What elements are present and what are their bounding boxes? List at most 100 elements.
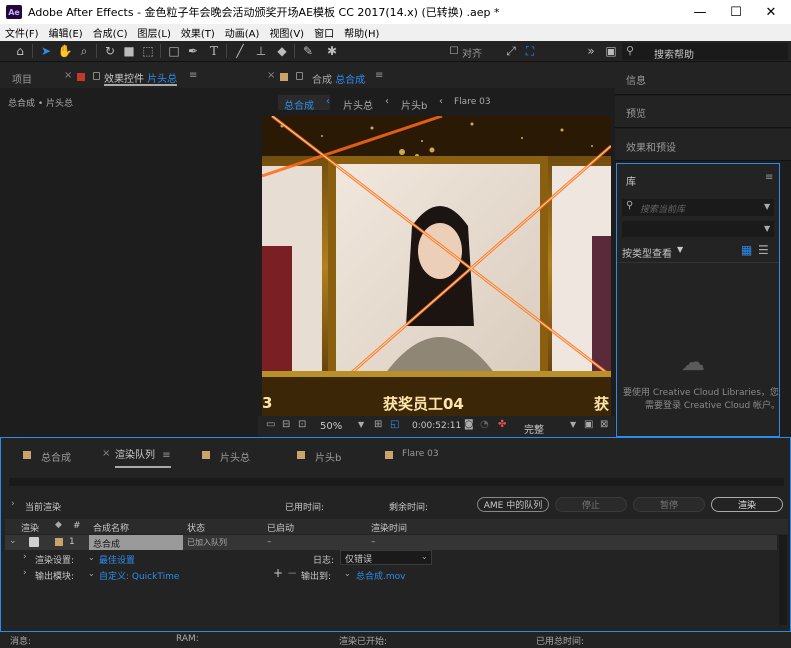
chevron-down-icon[interactable]: ⌄ <box>9 536 17 546</box>
show-snapshot-icon[interactable]: ◔ <box>480 419 489 430</box>
timecode[interactable]: 0:00:52:11 <box>412 421 461 431</box>
lock-icon[interactable] <box>93 72 100 80</box>
close-tab-icon[interactable]: × <box>102 448 110 459</box>
workspace-icon[interactable]: ▣ <box>603 43 619 59</box>
hand-tool-icon[interactable]: ✋ <box>57 43 73 59</box>
rotate-tool-icon[interactable]: ↻ <box>102 43 118 59</box>
pan-behind-tool-icon[interactable]: ⬚ <box>140 43 156 59</box>
help-search-box[interactable]: ⚲ 搜索帮助 <box>622 43 788 61</box>
zoom-value[interactable]: 50% <box>320 421 342 432</box>
menu-window[interactable]: 窗口 <box>309 25 339 40</box>
puppet-tool-icon[interactable]: ✱ <box>324 43 340 59</box>
eraser-tool-icon[interactable]: ◆ <box>274 43 290 59</box>
chevron-down-icon[interactable]: ⌄ <box>88 553 95 562</box>
expand-toolbar-icon[interactable]: » <box>583 43 599 59</box>
menu-view[interactable]: 视图(V) <box>264 25 309 40</box>
camera-tool-icon[interactable]: ■ <box>121 43 137 59</box>
channel-icon[interactable]: ✤ <box>498 419 506 430</box>
col-render-time[interactable]: 渲染时间 <box>371 521 407 534</box>
menu-animation[interactable]: 动画(A) <box>220 25 265 40</box>
tab-effect-controls[interactable]: 效果控件 片头总 <box>104 66 178 86</box>
pause-button[interactable]: 暂停 <box>633 497 705 512</box>
chevron-down-icon[interactable]: ▼ <box>358 420 364 429</box>
queue-scrollbar[interactable] <box>779 535 787 625</box>
panel-info[interactable]: 信息 <box>626 72 646 87</box>
library-dropdown[interactable]: ▼ <box>622 221 774 237</box>
composition-viewer[interactable]: 3 获奖员工04 获 <box>262 116 611 416</box>
panel-menu-icon[interactable]: ≡ <box>189 70 197 81</box>
text-tool-icon[interactable]: T <box>206 43 222 59</box>
panel-menu-icon[interactable]: ≡ <box>765 172 773 183</box>
crumb-flare[interactable]: Flare 03 <box>454 97 491 107</box>
tab-project[interactable]: 项目 <box>12 71 32 86</box>
menu-help[interactable]: 帮助(H) <box>339 25 384 40</box>
menu-composition[interactable]: 合成(C) <box>88 25 133 40</box>
panel-preview[interactable]: 预览 <box>626 105 646 120</box>
stop-button[interactable]: 停止 <box>555 497 627 512</box>
chevron-down-icon[interactable]: ⌄ <box>88 569 95 578</box>
chevron-right-icon[interactable]: › <box>11 499 15 509</box>
log-select[interactable]: 仅错误 ⌄ <box>340 550 432 565</box>
render-checkbox[interactable] <box>29 537 39 547</box>
remove-output-icon[interactable]: − <box>287 566 297 580</box>
snapshot-icon[interactable]: ◙ <box>464 419 474 430</box>
panel-menu-icon[interactable]: ≡ <box>162 450 170 461</box>
selection-tool-icon[interactable]: ➤ <box>38 43 54 59</box>
clone-stamp-tool-icon[interactable]: ⊥ <box>253 43 269 59</box>
chevron-down-icon[interactable]: ▼ <box>677 245 683 254</box>
output-to-value[interactable]: 总合成.mov <box>356 569 405 582</box>
library-search-input[interactable]: ⚲ 搜索当前库 ▼ <box>622 199 774 216</box>
render-settings-value[interactable]: 最佳设置 <box>99 553 135 566</box>
grid-view-icon[interactable]: ▦ <box>741 243 752 257</box>
close-button[interactable]: ✕ <box>753 0 789 24</box>
crumb-comp-header[interactable]: 片头总 <box>343 97 373 112</box>
chevron-right-icon[interactable]: › <box>23 552 27 562</box>
col-render[interactable]: 渲染 <box>21 521 39 534</box>
pen-tool-icon[interactable]: ✒ <box>185 43 201 59</box>
resolution-value[interactable]: 完整 <box>524 421 544 436</box>
menu-layer[interactable]: 图层(L) <box>132 25 175 40</box>
monitor-icon[interactable]: ⊟ <box>282 419 290 430</box>
tab-comp-header[interactable]: 片头总 <box>220 449 250 464</box>
tab-render-queue[interactable]: 渲染队列 ≡ <box>115 446 171 468</box>
brush-tool-icon[interactable]: ╱ <box>232 43 248 59</box>
always-preview-icon[interactable]: ▭ <box>266 419 275 430</box>
col-comp-name[interactable]: 合成名称 <box>93 521 129 534</box>
item-comp-name[interactable]: 总合成 <box>93 537 120 550</box>
snap-option-icon[interactable]: ⤢ <box>503 43 519 59</box>
close-tab-icon[interactable]: × <box>64 70 72 81</box>
view-by-type[interactable]: 按类型查看 <box>622 245 672 260</box>
snap-checkbox[interactable]: ☐ <box>446 43 462 59</box>
queue-in-ame-button[interactable]: AME 中的队列 <box>477 497 549 512</box>
rectangle-tool-icon[interactable]: □ <box>166 43 182 59</box>
list-view-icon[interactable]: ☰ <box>758 243 769 257</box>
fast-preview-icon[interactable]: ⊠ <box>600 419 608 430</box>
render-button[interactable]: 渲染 <box>711 497 783 512</box>
menu-edit[interactable]: 编辑(E) <box>44 25 88 40</box>
home-icon[interactable]: ⌂ <box>12 43 28 59</box>
tab-comp-b[interactable]: 片头b <box>315 449 341 464</box>
minimize-button[interactable]: — <box>682 0 718 24</box>
tab-comp-main[interactable]: 总合成 <box>41 449 71 464</box>
maximize-button[interactable]: ☐ <box>718 0 754 24</box>
tab-composition[interactable]: 合成 总合成 <box>312 71 365 86</box>
region-icon[interactable]: ⊞ <box>374 419 382 430</box>
col-status[interactable]: 状态 <box>187 521 205 534</box>
add-output-icon[interactable]: + <box>273 566 283 580</box>
panel-menu-icon[interactable]: ≡ <box>375 70 383 81</box>
col-started[interactable]: 已启动 <box>267 521 294 534</box>
col-number[interactable]: # <box>73 521 81 531</box>
output-module-value[interactable]: 自定义: QuickTime <box>99 569 179 582</box>
close-tab-icon[interactable]: × <box>267 70 275 81</box>
tab-flare[interactable]: Flare 03 <box>402 449 439 459</box>
chevron-down-icon[interactable]: ▼ <box>764 202 770 211</box>
crumb-comp-main[interactable]: 总合成 <box>284 97 314 112</box>
roto-brush-tool-icon[interactable]: ✎ <box>300 43 316 59</box>
lock-icon[interactable] <box>296 72 303 80</box>
panel-effects-presets[interactable]: 效果和预设 <box>626 139 676 154</box>
mask-icon[interactable]: ⊡ <box>298 419 306 430</box>
chevron-down-icon[interactable]: ⌄ <box>344 569 351 578</box>
transparency-grid-icon[interactable]: ◱ <box>390 419 399 430</box>
chevron-down-icon[interactable]: ▼ <box>570 420 576 429</box>
crumb-comp-b[interactable]: 片头b <box>401 97 427 112</box>
